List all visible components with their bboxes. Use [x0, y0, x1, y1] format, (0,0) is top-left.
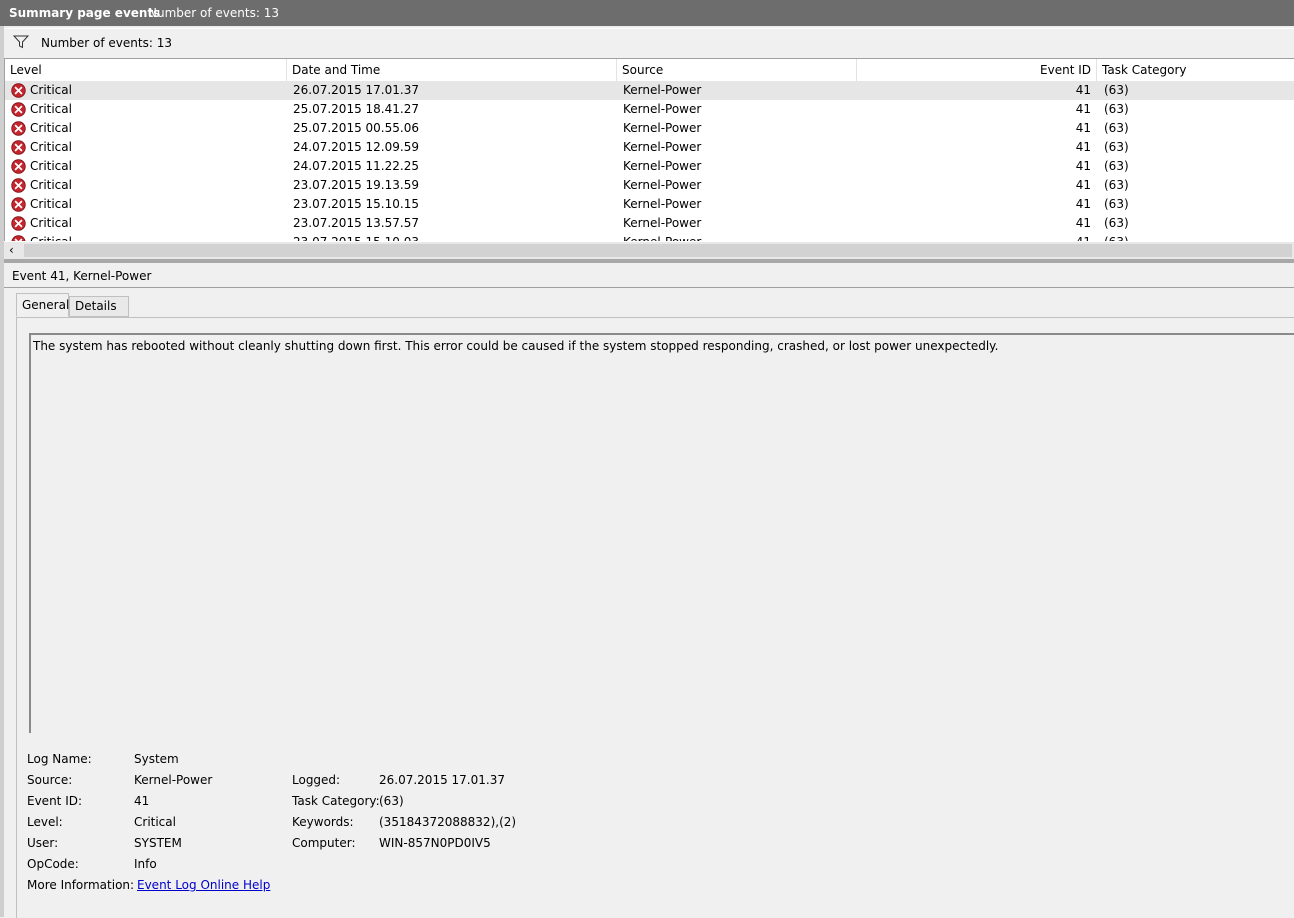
cell-date: 24.07.2015 12.09.59	[293, 140, 419, 154]
cell-source: Kernel-Power	[623, 216, 702, 230]
cell-event-id: 41	[857, 233, 1091, 241]
event-detail-title: Event 41, Kernel-Power	[12, 269, 152, 283]
horizontal-scrollbar[interactable]: ‹	[4, 241, 1294, 259]
source-value: Kernel-Power	[134, 773, 213, 787]
event-description-box[interactable]: The system has rebooted without cleanly …	[29, 333, 1294, 733]
cell-task-category: (63)	[1104, 102, 1129, 116]
grid-header: Level Date and Time Source Event ID Task…	[5, 59, 1294, 81]
cell-date: 23.07.2015 15.10.15	[293, 197, 419, 211]
cell-level: Critical	[30, 216, 72, 230]
task-category-value: (63)	[379, 794, 404, 808]
keywords-label: Keywords:	[292, 815, 354, 829]
cell-source: Kernel-Power	[623, 140, 702, 154]
table-row[interactable]: Critical 24.07.2015 12.09.59 Kernel-Power 4…	[5, 138, 1294, 157]
cell-level: Critical	[30, 233, 72, 241]
computer-label: Computer:	[292, 836, 356, 850]
cell-level: Critical	[30, 83, 72, 97]
cell-level: Critical	[30, 178, 72, 192]
logged-label: Logged:	[292, 773, 341, 787]
column-header-level[interactable]: Level	[5, 59, 287, 81]
level-value: Critical	[134, 815, 176, 829]
table-row[interactable]: Critical 23.07.2015 15.10.03 Kernel-Power 4…	[5, 233, 1294, 241]
table-row[interactable]: Critical 23.07.2015 13.57.57 Kernel-Power 4…	[5, 214, 1294, 233]
cell-task-category: (63)	[1104, 140, 1129, 154]
cell-level: Critical	[30, 121, 72, 135]
cell-task-category: (63)	[1104, 121, 1129, 135]
cell-date: 25.07.2015 00.55.06	[293, 121, 419, 135]
cell-level: Critical	[30, 102, 72, 116]
cell-event-id: 41	[1075, 159, 1091, 173]
task-category-label: Task Category:	[292, 794, 380, 808]
cell-source: Kernel-Power	[623, 159, 702, 173]
cell-level: Critical	[30, 140, 72, 154]
keywords-value: (35184372088832),(2)	[379, 815, 517, 829]
opcode-label: OpCode:	[27, 857, 79, 871]
cell-source: Kernel-Power	[623, 197, 702, 211]
scrollbar-thumb[interactable]	[24, 244, 1292, 257]
cell-date: 25.07.2015 18.41.27	[293, 102, 419, 116]
cell-date: 23.07.2015 19.13.59	[293, 178, 419, 192]
source-label: Source:	[27, 773, 73, 787]
cell-date: 24.07.2015 11.22.25	[293, 159, 419, 173]
cell-event-id: 41	[1075, 140, 1091, 154]
title-event-count: Number of events: 13	[148, 6, 279, 20]
column-header-source[interactable]: Source	[617, 59, 857, 81]
cell-date: 26.07.2015 17.01.37	[293, 83, 419, 97]
cell-date: 23.07.2015 13.57.57	[293, 216, 419, 230]
cell-event-id: 41	[1075, 83, 1091, 97]
cell-source: Kernel-Power	[623, 233, 701, 241]
title-bar: Summary page events Number of events: 13	[0, 0, 1294, 26]
cell-level: Critical	[30, 159, 72, 173]
tab-details[interactable]: Details	[69, 296, 129, 317]
table-row[interactable]: Critical 24.07.2015 11.22.25 Kernel-Power 4…	[5, 157, 1294, 176]
cell-event-id: 41	[1075, 216, 1091, 230]
level-label: Level:	[27, 815, 63, 829]
user-value: SYSTEM	[134, 836, 182, 850]
event-count-text: Number of events: 13	[41, 36, 172, 50]
chevron-left-icon[interactable]: ‹	[9, 242, 14, 259]
cell-task-category: (63)	[1104, 83, 1129, 97]
event-log-online-help-link[interactable]: Event Log Online Help	[137, 878, 270, 892]
column-header-event-id[interactable]: Event ID	[857, 59, 1097, 81]
cell-level: Critical	[30, 197, 72, 211]
cell-date: 23.07.2015 15.10.03	[293, 233, 419, 241]
table-row[interactable]: Critical 23.07.2015 15.10.15 Kernel-Power 4…	[5, 195, 1294, 214]
table-row[interactable]: Critical 25.07.2015 00.55.06 Kernel-Power 4…	[5, 119, 1294, 138]
cell-source: Kernel-Power	[623, 83, 702, 97]
event-id-value: 41	[134, 794, 150, 808]
opcode-value: Info	[134, 857, 157, 871]
cell-task-category: (63)	[1104, 233, 1129, 241]
cell-task-category: (63)	[1104, 159, 1129, 173]
column-header-task-category[interactable]: Task Category	[1097, 59, 1294, 81]
table-row[interactable]: Critical 26.07.2015 17.01.37 Kernel-Power 4…	[5, 81, 1294, 100]
tab-general[interactable]: General	[16, 293, 69, 317]
column-header-date[interactable]: Date and Time	[287, 59, 617, 81]
log-name-value: System	[134, 752, 179, 766]
cell-event-id: 41	[1075, 121, 1091, 135]
log-name-label: Log Name:	[27, 752, 92, 766]
cell-event-id: 41	[1075, 102, 1091, 116]
events-grid[interactable]: Level Date and Time Source Event ID Task…	[4, 59, 1294, 241]
window-title: Summary page events	[9, 6, 161, 20]
logged-value: 26.07.2015 17.01.37	[379, 773, 505, 787]
cell-task-category: (63)	[1104, 178, 1129, 192]
cell-task-category: (63)	[1104, 197, 1129, 211]
computer-value: WIN-857N0PD0IV5	[379, 836, 491, 850]
cell-event-id: 41	[1075, 197, 1091, 211]
filter-icon[interactable]	[13, 35, 29, 49]
event-detail-header: Event 41, Kernel-Power	[4, 263, 1294, 288]
event-description: The system has rebooted without cleanly …	[33, 339, 999, 353]
cell-task-category: (63)	[1104, 216, 1129, 230]
event-count-bar: Number of events: 13	[4, 28, 1294, 59]
cell-event-id: 41	[1075, 178, 1091, 192]
cell-source: Kernel-Power	[623, 178, 702, 192]
table-row[interactable]: Critical 25.07.2015 18.41.27 Kernel-Power 4…	[5, 100, 1294, 119]
cell-source: Kernel-Power	[623, 121, 702, 135]
cell-source: Kernel-Power	[623, 102, 702, 116]
table-row[interactable]: Critical 23.07.2015 19.13.59 Kernel-Power 4…	[5, 176, 1294, 195]
user-label: User:	[27, 836, 59, 850]
more-information-label: More Information:	[27, 878, 135, 892]
event-id-label: Event ID:	[27, 794, 83, 808]
